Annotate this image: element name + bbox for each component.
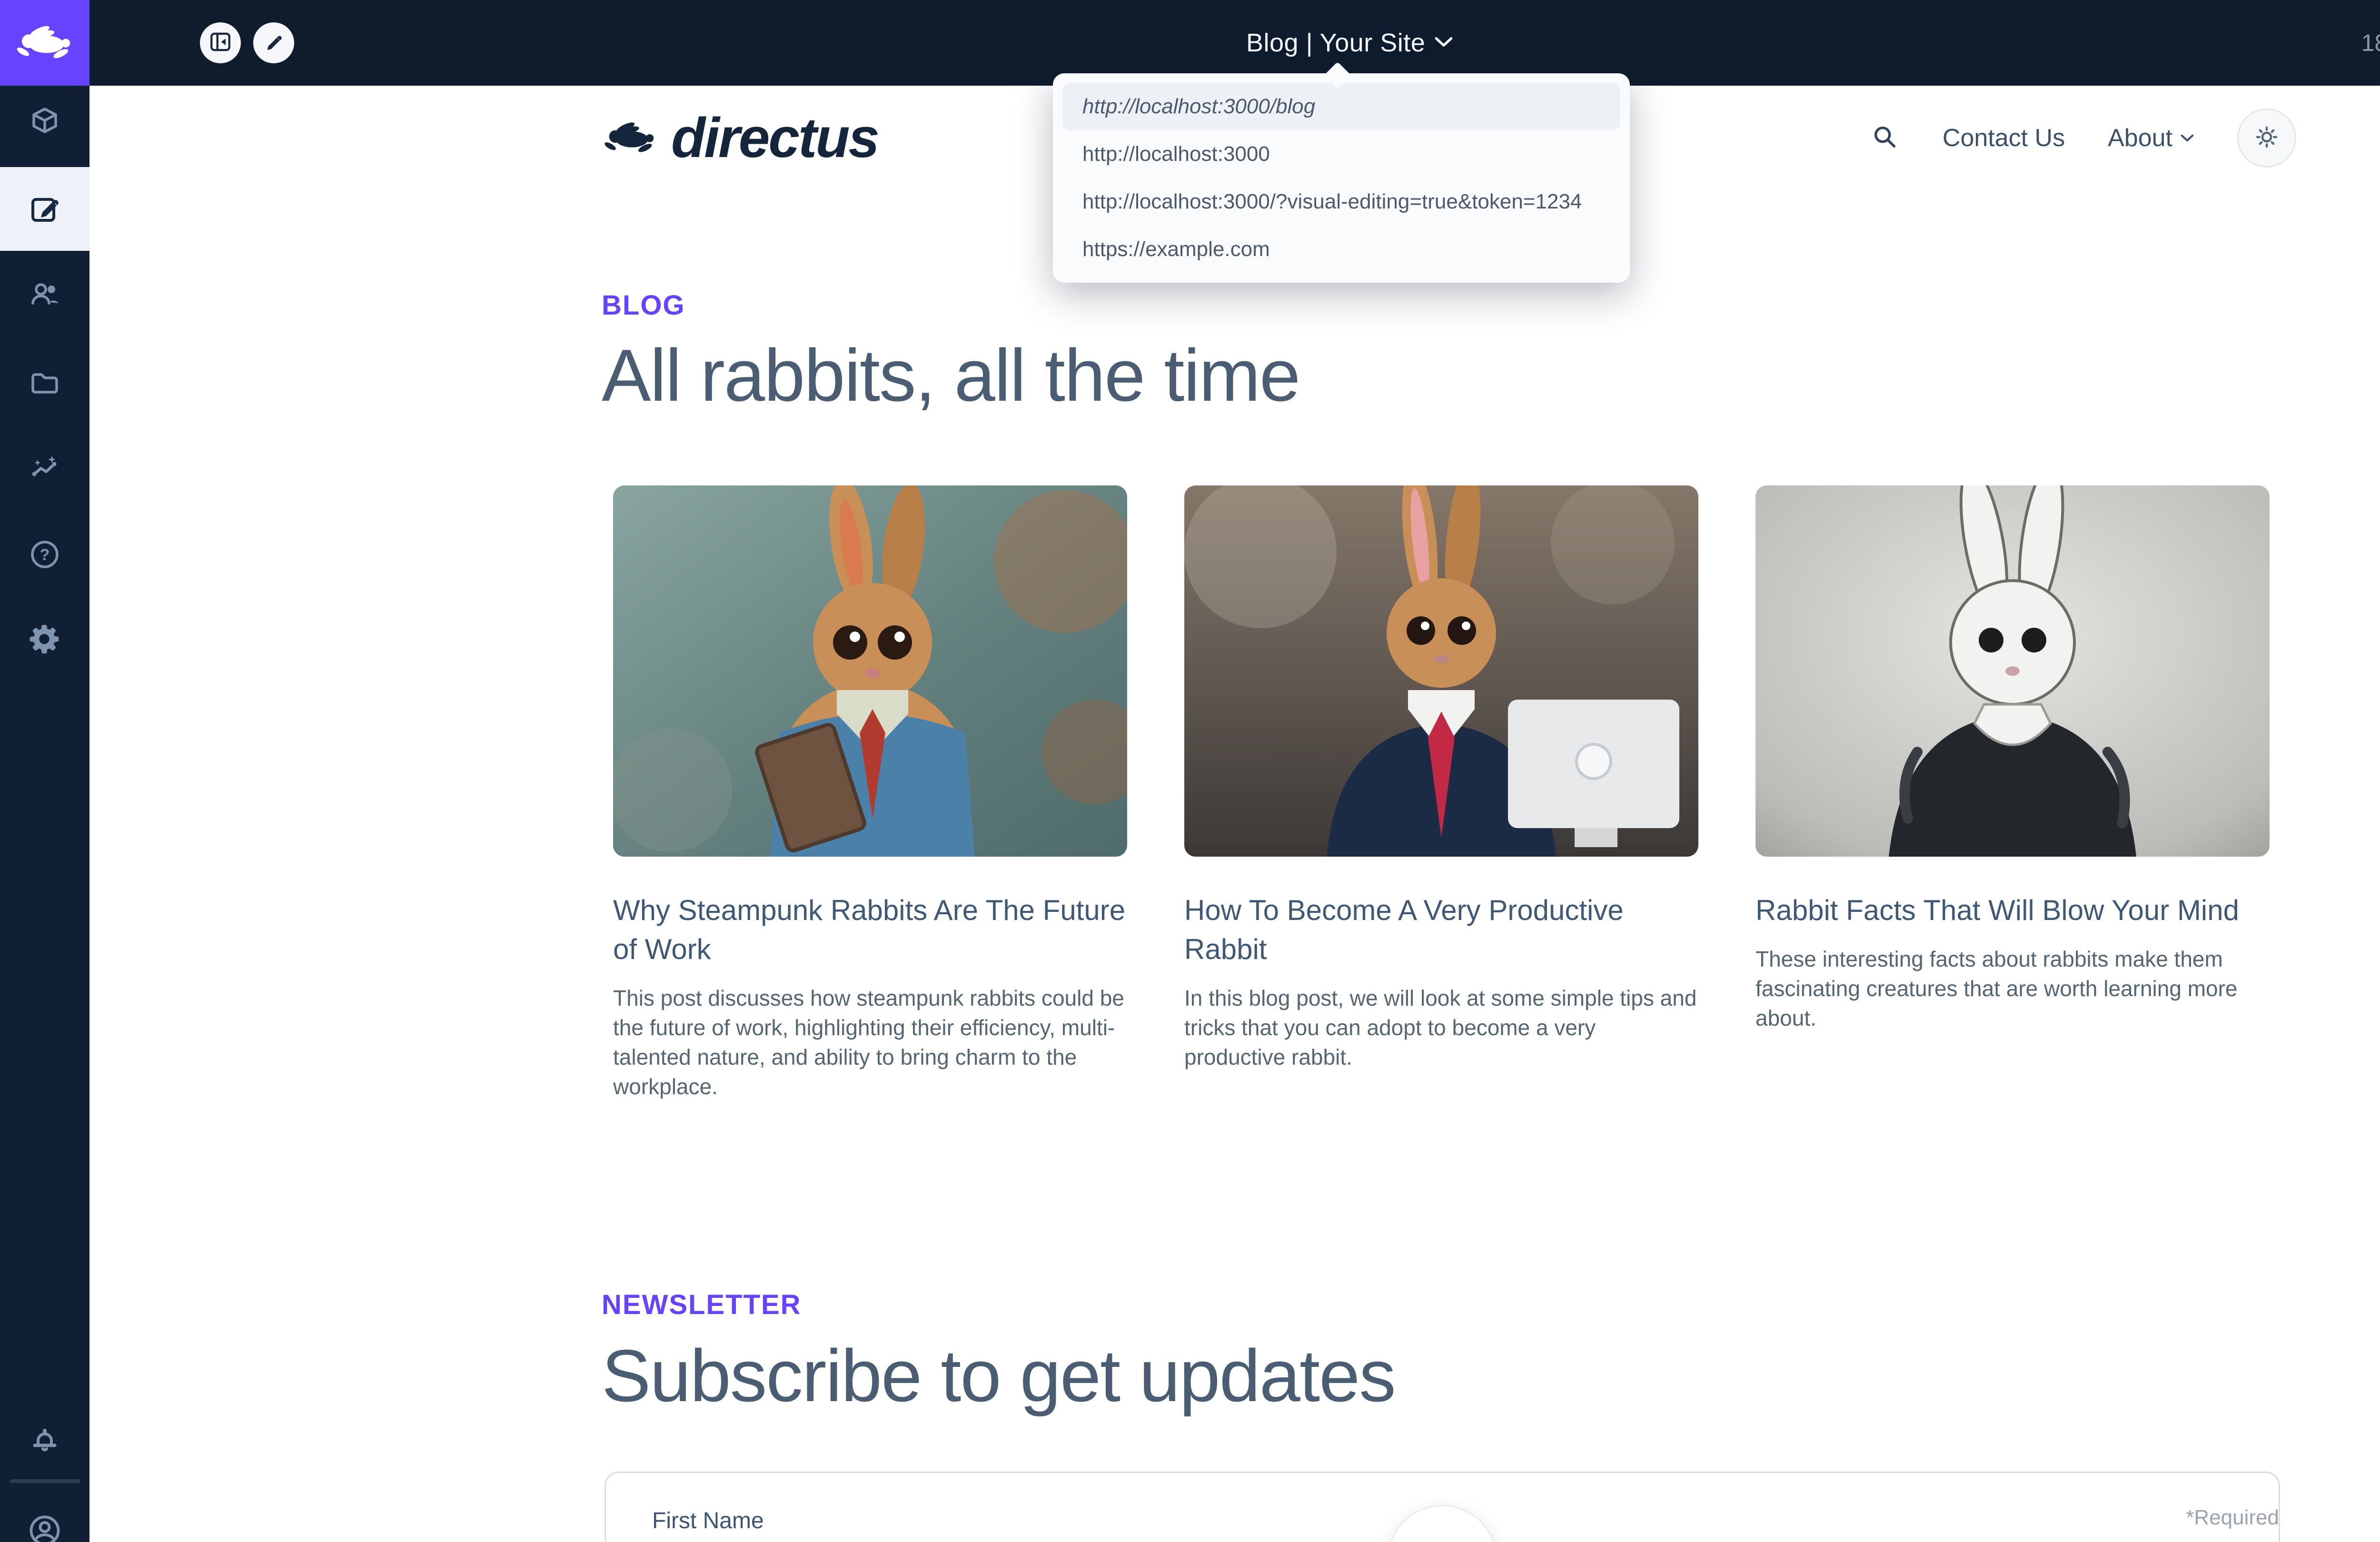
sidebar-item-content[interactable] [0,79,89,163]
sidebar-item-settings[interactable] [0,598,89,682]
directus-rabbit-icon [14,22,76,64]
blog-post-card[interactable]: Rabbit Facts That Will Blow Your Mind Th… [1755,485,2270,1101]
chevron-down-icon [2180,133,2194,143]
post-title: Rabbit Facts That Will Blow Your Mind [1755,891,2270,930]
first-name-field-label: First Name [652,1508,764,1534]
sidebar-divider [10,1479,80,1483]
edit-mode-button[interactable] [253,22,294,63]
gear-icon [28,623,61,657]
sidebar-item-users[interactable] [0,253,89,337]
post-description: This post discusses how steampunk rabbit… [613,983,1127,1101]
page-switcher[interactable]: Blog | Your Site [1246,0,1454,86]
sidebar-item-files[interactable] [0,341,89,425]
chevron-down-icon [1434,35,1454,51]
nav-link-contact-us[interactable]: Contact Us [1943,124,2065,152]
sidebar-item-notifications[interactable] [0,1400,89,1484]
site-preview-frame: directus Contact Us About [89,86,2380,1542]
sidebar-item-insights[interactable] [0,427,89,511]
nav-link-label: Contact Us [1943,124,2065,152]
url-menu-item[interactable]: http://localhost:3000/?visual-editing=tr… [1062,178,1620,226]
required-note: *Required [2079,1506,2279,1530]
post-description: In this blog post, we will look at some … [1184,983,1698,1072]
post-title: Why Steampunk Rabbits Are The Future of … [613,891,1127,969]
directus-app-logo[interactable] [0,0,89,86]
collapse-sidebar-icon [208,30,232,56]
directus-rabbit-icon [602,119,659,158]
folder-icon [28,366,61,400]
post-image-steampunk-rabbit [613,485,1127,857]
site-nav: Contact Us About [1870,109,2296,168]
nav-link-about[interactable]: About [2108,124,2194,152]
viewport-dimensions-label: 1860 × 1020 [2361,29,2380,57]
url-menu-item[interactable]: http://localhost:3000 [1062,130,1620,178]
blog-post-card[interactable]: How To Become A Very Productive Rabbit I… [1184,485,1698,1101]
module-sidebar: ? [0,0,89,1542]
cube-icon [28,105,61,138]
url-menu-item[interactable]: http://localhost:3000/blog [1062,83,1620,130]
blog-post-card[interactable]: Why Steampunk Rabbits Are The Future of … [613,485,1127,1101]
nav-link-label: About [2108,124,2172,152]
search-icon[interactable] [1870,122,1900,154]
blog-eyebrow: BLOG [602,289,685,321]
newsletter-eyebrow: NEWSLETTER [602,1289,802,1321]
topbar-left-actions [200,22,294,63]
url-menu-item[interactable]: https://example.com [1062,226,1620,273]
help-icon: ? [28,538,61,571]
post-image-business-rabbit [1184,485,1698,857]
edit-icon [28,192,61,226]
mountains-icon [1414,1531,1471,1542]
url-switcher-menu: http://localhost:3000/blog http://localh… [1053,73,1630,283]
pencil-icon [262,30,285,56]
theme-toggle-button[interactable] [2237,109,2296,168]
sidebar-item-account[interactable] [0,1489,89,1542]
post-description: These interesting facts about rabbits ma… [1755,944,2270,1033]
post-title: How To Become A Very Productive Rabbit [1184,891,1698,969]
collapse-sidebar-button[interactable] [200,22,241,63]
sidebar-item-help[interactable]: ? [0,513,89,596]
newsletter-title: Subscribe to get updates [602,1334,1395,1418]
bell-icon [28,1425,61,1459]
app-root: ? [0,0,2380,1542]
page-switcher-label: Blog | Your Site [1246,28,1425,58]
account-icon [27,1513,62,1542]
svg-text:?: ? [40,546,50,564]
editor-topbar: Blog | Your Site 1860 × 1020 100% [89,0,2380,86]
sun-icon [2253,123,2281,153]
sidebar-item-visual-editor[interactable] [0,167,89,251]
site-logo-wordmark: directus [671,106,878,170]
post-image-vintage-rabbit [1755,485,2270,857]
blog-page-title: All rabbits, all the time [602,333,1299,418]
site-logo[interactable]: directus [602,106,878,170]
topbar-right-controls: 1860 × 1020 100% [2361,0,2380,86]
insights-icon [28,452,61,485]
blog-post-grid: Why Steampunk Rabbits Are The Future of … [613,485,2274,1101]
users-icon [28,278,61,312]
